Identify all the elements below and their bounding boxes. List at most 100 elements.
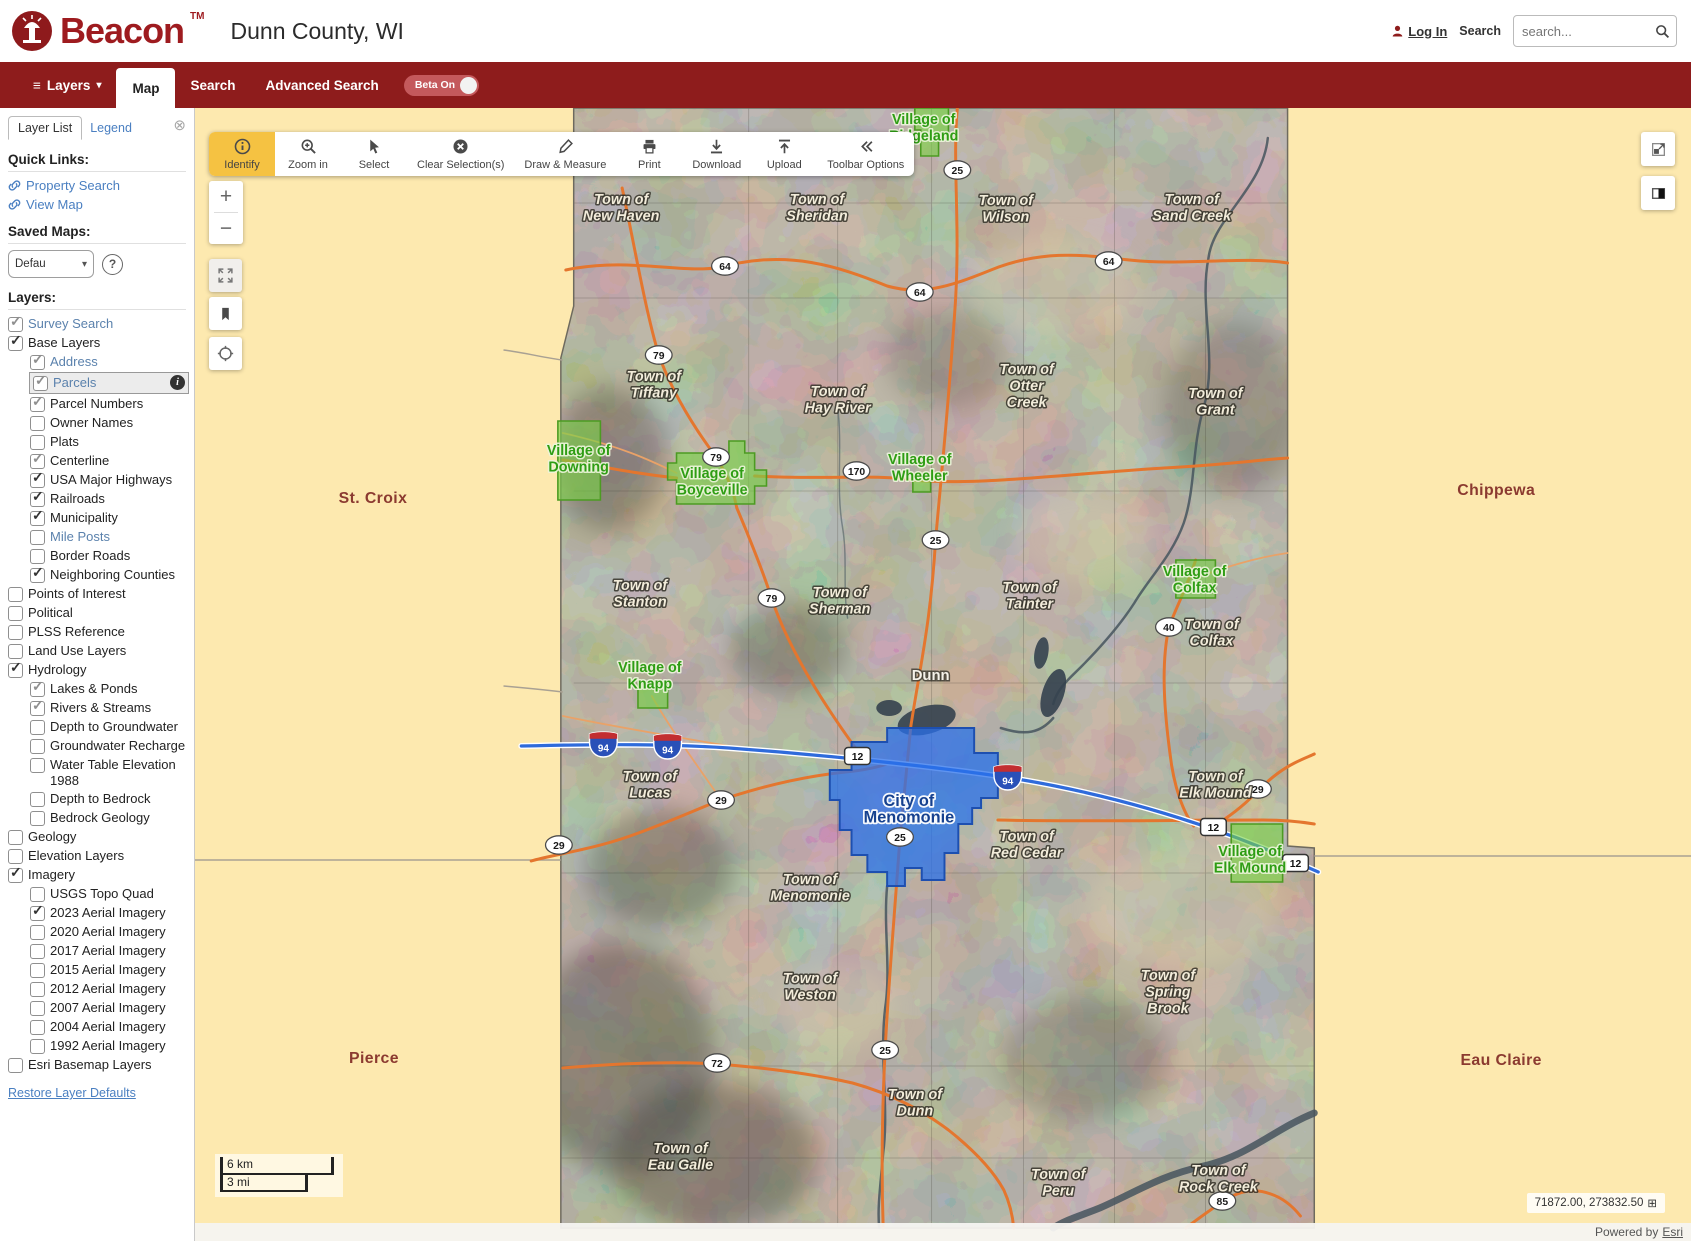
checkbox[interactable] — [30, 982, 45, 997]
layer-item-plats[interactable]: Plats — [30, 434, 186, 450]
checkbox[interactable] — [8, 1058, 23, 1073]
layer-item-depth-to-bedrock[interactable]: Depth to Bedrock — [30, 791, 186, 807]
close-icon[interactable]: ⊗ — [173, 116, 186, 133]
checkbox[interactable] — [8, 849, 23, 864]
checkbox[interactable] — [8, 644, 23, 659]
bookmarks-button[interactable] — [209, 297, 242, 330]
toolbar-button-toolbar-options[interactable]: Toolbar Options — [817, 132, 914, 176]
toolbar-button-download[interactable]: Download — [682, 132, 751, 176]
layer-item-geology[interactable]: Geology — [8, 829, 186, 845]
esri-link[interactable]: Esri — [1662, 1225, 1683, 1239]
toolbar-button-identify[interactable]: Identify — [209, 132, 275, 176]
checkbox[interactable] — [30, 568, 45, 583]
checkbox[interactable] — [8, 336, 23, 351]
toolbar-button-draw-measure[interactable]: Draw & Measure — [514, 132, 616, 176]
tab-advanced-search[interactable]: Advanced Search — [251, 62, 394, 108]
checkbox[interactable] — [8, 606, 23, 621]
tab-map[interactable]: Map — [116, 68, 175, 108]
zoom-out-button[interactable]: − — [209, 213, 243, 244]
checkbox[interactable] — [30, 739, 45, 754]
beacon-brand[interactable]: Beacon TM — [10, 9, 205, 53]
checkbox[interactable] — [30, 944, 45, 959]
zoom-in-button[interactable]: + — [209, 181, 243, 212]
checkbox[interactable] — [30, 511, 45, 526]
layer-item-2015-aerial-imagery[interactable]: 2015 Aerial Imagery — [30, 962, 186, 978]
checkbox[interactable] — [30, 887, 45, 902]
checkbox[interactable] — [30, 549, 45, 564]
header-searchbox[interactable] — [1513, 15, 1677, 47]
layer-item-border-roads[interactable]: Border Roads — [30, 548, 186, 564]
layer-item-esri-basemap-layers[interactable]: Esri Basemap Layers — [8, 1057, 186, 1073]
checkbox[interactable] — [8, 317, 23, 332]
locate-button[interactable] — [209, 337, 242, 370]
checkbox[interactable] — [30, 1039, 45, 1054]
login-link[interactable]: Log In — [1391, 24, 1447, 39]
toolbar-button-print[interactable]: Print — [616, 132, 682, 176]
checkbox[interactable] — [30, 720, 45, 735]
layer-item-parcel-numbers[interactable]: Parcel Numbers — [30, 396, 186, 412]
layer-item-land-use-layers[interactable]: Land Use Layers — [8, 643, 186, 659]
layer-item-neighboring-counties[interactable]: Neighboring Counties — [30, 567, 186, 583]
layer-item-base-layers[interactable]: Base Layers — [8, 335, 186, 351]
coordinates-readout[interactable]: 71872.00, 273832.50 ⊞ — [1527, 1193, 1665, 1213]
checkbox[interactable] — [30, 1001, 45, 1016]
beta-toggle[interactable]: Beta On — [404, 75, 479, 96]
layer-item-2007-aerial-imagery[interactable]: 2007 Aerial Imagery — [30, 1000, 186, 1016]
tab-legend[interactable]: Legend — [82, 116, 140, 140]
layer-item-water-table-elevation-1988[interactable]: Water Table Elevation 1988 — [30, 757, 186, 788]
split-view-button[interactable] — [1641, 176, 1675, 210]
layer-item-plss-reference[interactable]: PLSS Reference — [8, 624, 186, 640]
layer-item-parcels[interactable]: Parcelsi — [30, 373, 188, 393]
layer-item-lakes-ponds[interactable]: Lakes & Ponds — [30, 681, 186, 697]
layer-item-elevation-layers[interactable]: Elevation Layers — [8, 848, 186, 864]
toolbar-button-upload[interactable]: Upload — [751, 132, 817, 176]
restore-layer-defaults-link[interactable]: Restore Layer Defaults — [8, 1086, 136, 1100]
checkbox[interactable] — [30, 1020, 45, 1035]
layer-item-centerline[interactable]: Centerline — [30, 453, 186, 469]
checkbox[interactable] — [30, 492, 45, 507]
checkbox[interactable] — [30, 792, 45, 807]
tab-layer-list[interactable]: Layer List — [8, 116, 82, 140]
checkbox[interactable] — [8, 868, 23, 883]
layer-item-hydrology[interactable]: Hydrology — [8, 662, 186, 678]
layer-item-usa-major-highways[interactable]: USA Major Highways — [30, 472, 186, 488]
checkbox[interactable] — [30, 682, 45, 697]
checkbox[interactable] — [8, 625, 23, 640]
checkbox[interactable] — [30, 530, 45, 545]
layer-item-owner-names[interactable]: Owner Names — [30, 415, 186, 431]
layer-item-2012-aerial-imagery[interactable]: 2012 Aerial Imagery — [30, 981, 186, 997]
layer-item-imagery[interactable]: Imagery — [8, 867, 186, 883]
checkbox[interactable] — [30, 963, 45, 978]
checkbox[interactable] — [30, 435, 45, 450]
layer-item-municipality[interactable]: Municipality — [30, 510, 186, 526]
checkbox[interactable] — [30, 925, 45, 940]
expand-coords-icon[interactable]: ⊞ — [1647, 1196, 1657, 1210]
layer-item-railroads[interactable]: Railroads — [30, 491, 186, 507]
checkbox[interactable] — [8, 830, 23, 845]
info-icon[interactable]: i — [170, 375, 185, 390]
layer-item-mile-posts[interactable]: Mile Posts — [30, 529, 186, 545]
checkbox[interactable] — [8, 587, 23, 602]
layer-item-points-of-interest[interactable]: Points of Interest — [8, 586, 186, 602]
checkbox[interactable] — [30, 701, 45, 716]
nav-layers-menu[interactable]: ≡ Layers ▾ — [18, 62, 116, 108]
checkbox[interactable] — [30, 397, 45, 412]
quick-link-property-search[interactable]: Property Search — [8, 178, 186, 193]
layer-item-bedrock-geology[interactable]: Bedrock Geology — [30, 810, 186, 826]
full-extent-button[interactable] — [209, 259, 242, 292]
checkbox[interactable] — [30, 416, 45, 431]
layer-item-political[interactable]: Political — [8, 605, 186, 621]
layer-item-1992-aerial-imagery[interactable]: 1992 Aerial Imagery — [30, 1038, 186, 1054]
layer-item-address[interactable]: Address — [30, 354, 186, 370]
map-viewport[interactable]: 6464642525252579797917040292929728512121… — [195, 108, 1691, 1241]
checkbox[interactable] — [30, 473, 45, 488]
toolbar-button-zoom-in[interactable]: Zoom in — [275, 132, 341, 176]
layer-item-survey-search[interactable]: Survey Search — [8, 316, 186, 332]
checkbox[interactable] — [30, 811, 45, 826]
checkbox[interactable] — [30, 758, 45, 773]
layer-item-usgs-topo-quad[interactable]: USGS Topo Quad — [30, 886, 186, 902]
checkbox[interactable] — [30, 454, 45, 469]
search-icon[interactable] — [1655, 24, 1670, 39]
saved-maps-select[interactable]: Defau ▾ — [8, 250, 94, 278]
toolbar-button-select[interactable]: Select — [341, 132, 407, 176]
